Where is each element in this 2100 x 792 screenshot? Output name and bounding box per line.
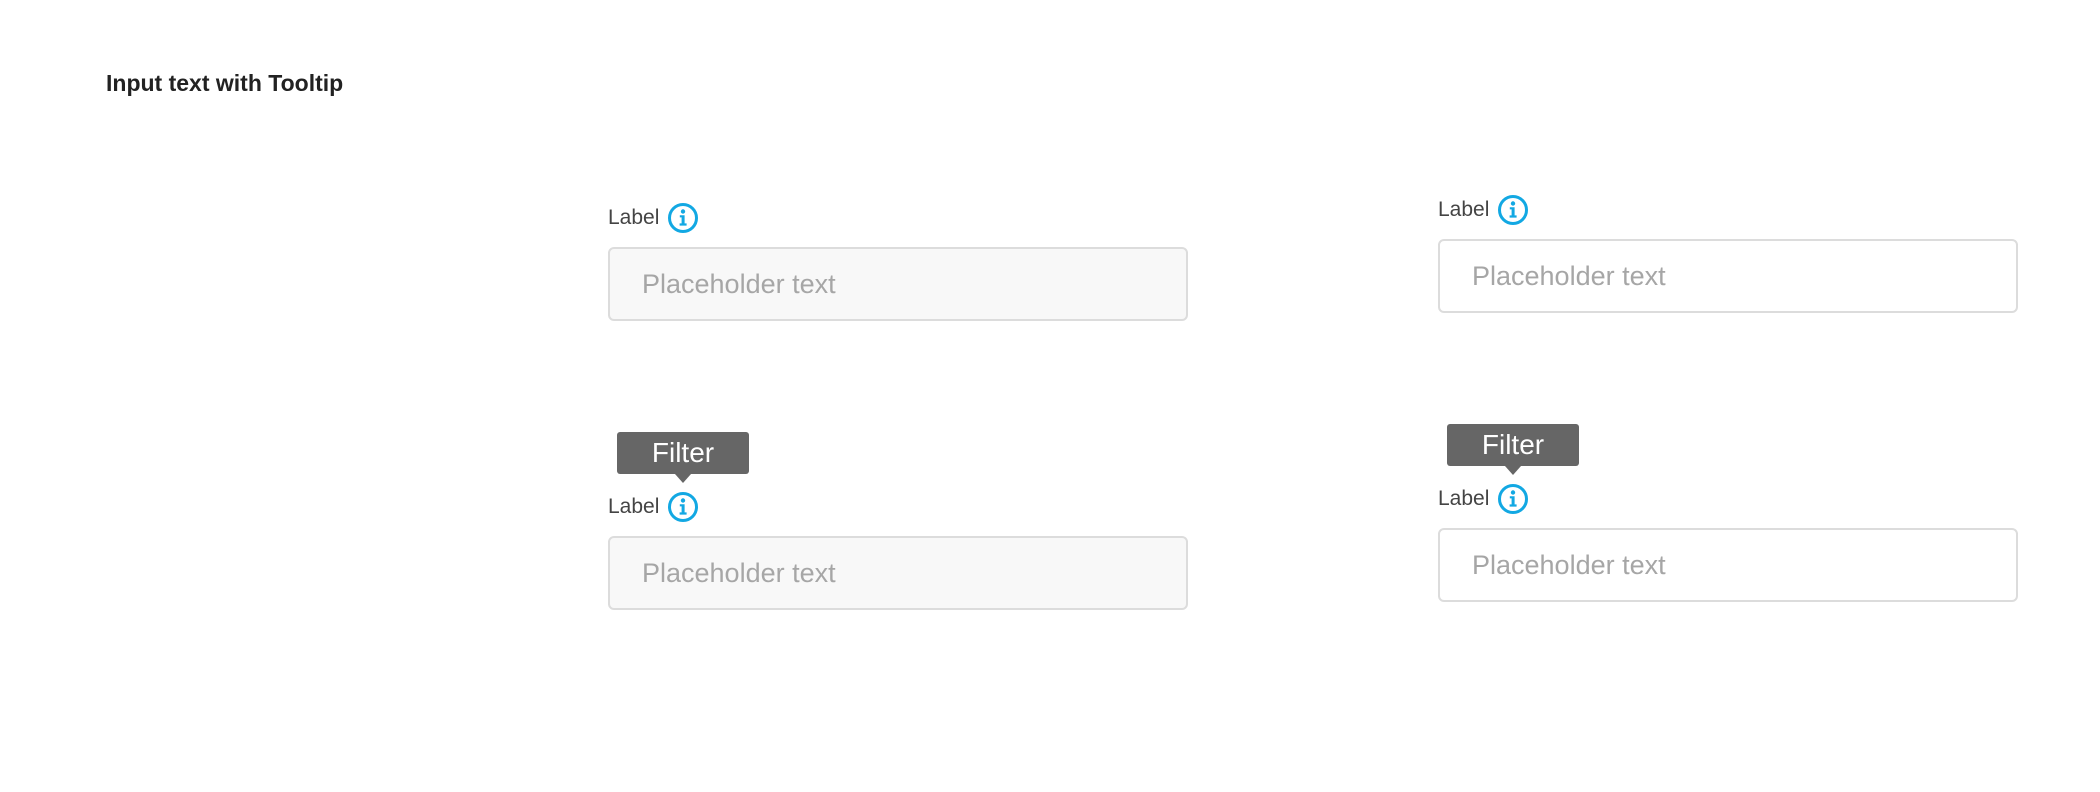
text-input[interactable] <box>608 247 1188 321</box>
page-title: Input text with Tooltip <box>106 70 344 96</box>
info-icon[interactable] <box>667 491 699 523</box>
text-input[interactable] <box>1438 239 2018 313</box>
tooltip: Filter <box>617 432 749 483</box>
field-label: Label <box>608 206 660 229</box>
tooltip-arrow <box>675 474 691 483</box>
tooltip-arrow <box>1505 466 1521 475</box>
tooltip-text: Filter <box>651 437 715 468</box>
field-label: Label <box>1438 198 1490 221</box>
field-label: Label <box>1438 487 1490 510</box>
text-input[interactable] <box>608 536 1188 610</box>
info-icon[interactable] <box>667 202 699 234</box>
text-field: Label <box>608 201 1188 321</box>
text-field: Filter Label <box>1438 424 2018 602</box>
field-label-row: Label <box>608 490 1188 524</box>
text-input[interactable] <box>1438 528 2018 602</box>
field-label-row: Label <box>608 201 1188 235</box>
info-icon[interactable] <box>1497 194 1529 226</box>
field-label-row: Label <box>1438 482 2018 516</box>
text-field: Filter Label <box>608 432 1188 610</box>
field-label-row: Label <box>1438 193 2018 227</box>
info-icon[interactable] <box>1497 483 1529 515</box>
tooltip-text: Filter <box>1481 429 1545 460</box>
field-label: Label <box>608 495 660 518</box>
tooltip: Filter <box>1447 424 1579 475</box>
text-field: Label <box>1438 193 2018 313</box>
